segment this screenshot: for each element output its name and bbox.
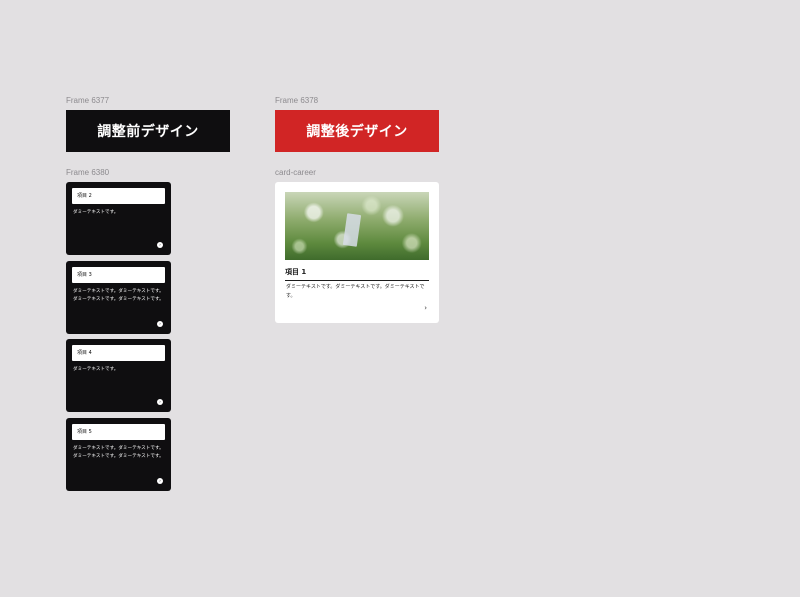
card-heading: 項目 4 [72,345,165,361]
card-body-text: ダミーテキストです。ダミーテキストです。ダミーテキストです。ダミーテキストです。 [73,289,164,302]
card-heading: 項目 3 [72,267,165,283]
arrow-right-circle-icon[interactable]: › [157,399,163,405]
card-body-text: ダミーテキストです。 [73,367,119,372]
frame-label-list: Frame 6380 [66,168,110,177]
card-heading: 項目 5 [72,424,165,440]
chevron-right-icon[interactable]: › [424,304,427,312]
arrow-right-circle-icon[interactable]: › [157,321,163,327]
card-heading: 項目 2 [72,188,165,204]
career-photo [285,192,429,260]
after-design-title: 調整後デザイン [306,124,408,140]
card-body-text: ダミーテキストです。 [73,210,119,215]
card-body-text: ダミーテキストです。ダミーテキストです。ダミーテキストです。ダミーテキストです。 [73,446,164,459]
dark-card-item-5[interactable]: 項目 5 ダミーテキストです。ダミーテキストです。ダミーテキストです。ダミーテキ… [66,418,171,491]
before-design-banner[interactable]: 調整前デザイン [66,110,230,152]
dark-card-item-4[interactable]: 項目 4 ダミーテキストです。 › [66,339,171,412]
photo-sign [342,213,362,247]
after-design-banner[interactable]: 調整後デザイン [275,110,439,152]
career-card[interactable]: 項目 1 ダミーテキストです。ダミーテキストです。ダミーテキストです。 › [275,182,439,323]
dark-card-item-3[interactable]: 項目 3 ダミーテキストです。ダミーテキストです。ダミーテキストです。ダミーテキ… [66,261,171,334]
career-card-text: ダミーテキストです。ダミーテキストです。ダミーテキストです。 [286,284,425,299]
arrow-right-circle-icon[interactable]: › [157,478,163,484]
career-card-title: 項目 1 [285,267,429,281]
frame-label-card: card-career [275,168,316,177]
arrow-right-circle-icon[interactable]: › [157,242,163,248]
dark-card-item-2[interactable]: 項目 2 ダミーテキストです。 › [66,182,171,255]
frame-label-after: Frame 6378 [275,96,319,105]
frame-label-before: Frame 6377 [66,96,110,105]
before-design-title: 調整前デザイン [97,124,199,140]
